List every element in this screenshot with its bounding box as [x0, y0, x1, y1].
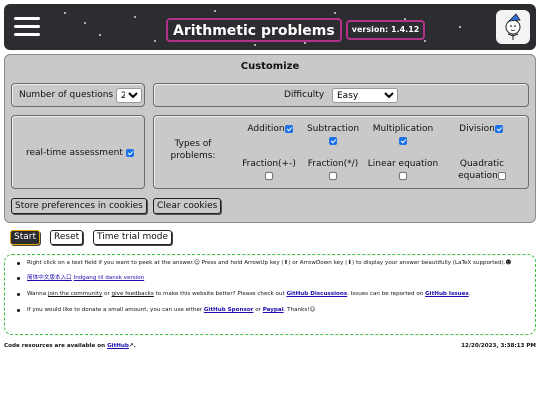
- realtime-box: real-time assessment: [11, 115, 145, 189]
- subtraction-checkbox[interactable]: [329, 136, 337, 145]
- linear-equation-checkbox[interactable]: [399, 171, 407, 180]
- customize-title: Customize: [240, 61, 300, 72]
- types-label: Types of problems:: [170, 139, 216, 161]
- footer-github-link[interactable]: GitHub: [107, 343, 129, 349]
- customize-panel: Customize Number of questions 20 Difficu…: [4, 54, 536, 223]
- type-quadratic-equation[interactable]: Quadratic equation: [454, 158, 510, 182]
- stick-figure-avatar-icon[interactable]: [496, 10, 530, 44]
- time-trial-button[interactable]: Time trial mode: [93, 230, 173, 245]
- addition-checkbox[interactable]: [284, 124, 293, 133]
- give-feedbacks-link[interactable]: give feedbacks: [112, 291, 154, 297]
- danish-version-link[interactable]: Indgang til dansk version: [74, 275, 145, 281]
- version-badge: version: 1.4.12: [345, 20, 426, 40]
- app-title: Arithmetic problems: [166, 18, 342, 42]
- division-checkbox[interactable]: [494, 124, 503, 133]
- store-preferences-button[interactable]: Store preferences in cookies: [11, 198, 147, 214]
- fraction-mul-checkbox[interactable]: [329, 171, 337, 180]
- info-list: Right click on a text field if you want …: [15, 259, 527, 322]
- info-item-hint: Right click on a text field if you want …: [15, 259, 527, 267]
- start-button[interactable]: Start: [10, 230, 40, 245]
- type-addition[interactable]: Addition: [242, 123, 298, 135]
- type-fraction-add[interactable]: Fraction(+-): [240, 158, 298, 182]
- join-community-link[interactable]: join the community: [48, 291, 102, 297]
- types-box: Types of problems: Addition Subtraction …: [153, 115, 529, 189]
- multiplication-checkbox[interactable]: [399, 136, 407, 145]
- difficulty-label: Difficulty: [284, 90, 325, 100]
- title-group: Arithmetic problems version: 1.4.12: [166, 17, 426, 43]
- top-header: Arithmetic problems version: 1.4.12: [4, 4, 536, 50]
- num-questions-select[interactable]: 20: [116, 88, 142, 103]
- reset-button[interactable]: Reset: [50, 230, 84, 245]
- github-discussions-link[interactable]: GitHub Discussions: [286, 291, 347, 297]
- fraction-add-checkbox[interactable]: [265, 171, 273, 180]
- difficulty-select[interactable]: Easy: [332, 88, 398, 103]
- chinese-version-link[interactable]: 简体中文版本入口: [27, 275, 72, 281]
- difficulty-box: Difficulty Easy: [153, 83, 529, 107]
- github-sponsor-link[interactable]: GitHub Sponsor: [204, 307, 254, 313]
- info-item-languages: 简体中文版本入口 Indgang til dansk version: [15, 274, 527, 282]
- hamburger-menu-icon[interactable]: [12, 14, 42, 40]
- num-questions-box: Number of questions 20: [11, 83, 145, 107]
- type-fraction-mul[interactable]: Fraction(*/): [304, 158, 362, 182]
- type-division[interactable]: Division: [456, 123, 506, 135]
- type-multiplication[interactable]: Multiplication: [370, 123, 436, 147]
- realtime-checkbox[interactable]: [126, 149, 134, 157]
- info-box: Right click on a text field if you want …: [4, 254, 536, 335]
- num-questions-label: Number of questions: [19, 90, 114, 100]
- footer-code-resources: Code resources are available on GitHub↗.: [4, 343, 136, 349]
- clear-cookies-button[interactable]: Clear cookies: [153, 198, 222, 214]
- type-subtraction[interactable]: Subtraction: [304, 123, 362, 147]
- paypal-link[interactable]: Paypal: [263, 307, 284, 313]
- info-item-community: Wanna join the community or give feedbac…: [15, 290, 527, 298]
- info-item-donate: If you would like to donate a small amou…: [15, 306, 527, 314]
- footer-datetime: 12/20/2023, 3:38:13 PM: [461, 343, 536, 349]
- github-issues-link[interactable]: GitHub Issues: [425, 291, 469, 297]
- type-linear-equation[interactable]: Linear equation: [366, 158, 440, 182]
- quadratic-equation-checkbox[interactable]: [497, 171, 506, 180]
- realtime-label: real-time assessment: [26, 148, 123, 158]
